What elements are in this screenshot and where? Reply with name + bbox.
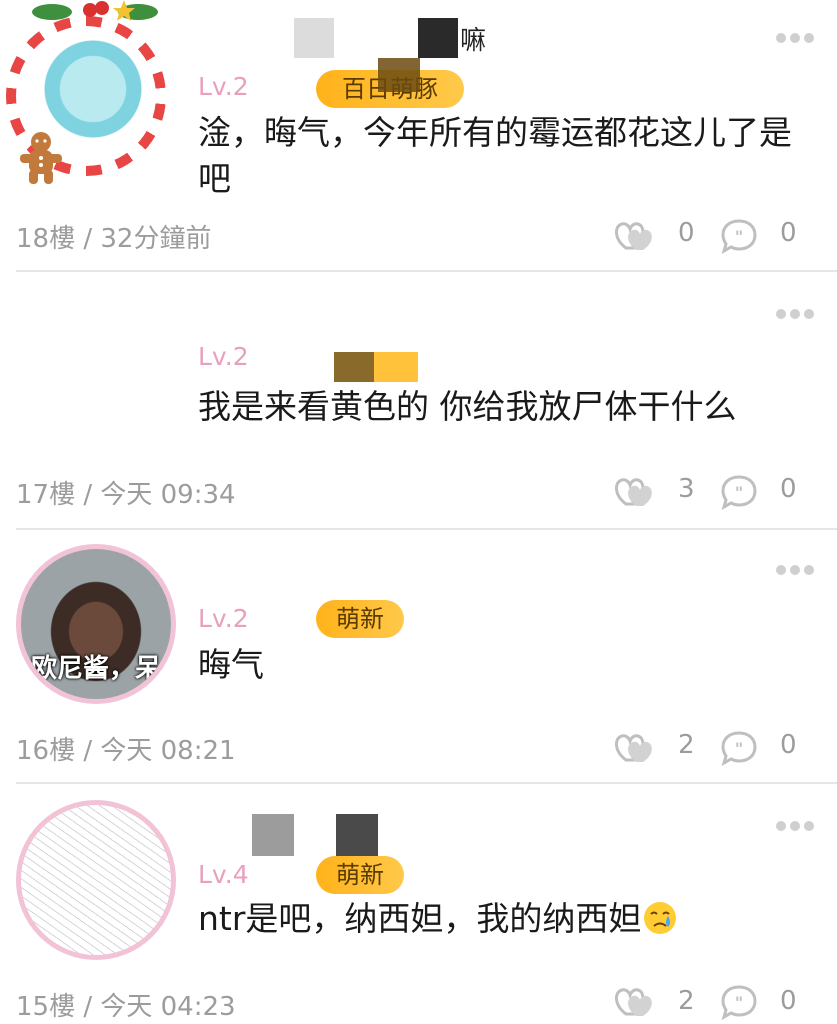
avatar-caption: 欧尼酱，呆 xyxy=(30,654,161,684)
user-level: Lv.2 xyxy=(198,72,249,101)
floor-and-time: 15樓 / 今天 04:23 xyxy=(16,992,236,1022)
floor-and-time: 16樓 / 今天 08:21 xyxy=(16,736,236,766)
user-level: Lv.2 xyxy=(198,342,249,371)
reply-count: 0 xyxy=(780,986,797,1016)
like-icon[interactable] xyxy=(612,474,658,510)
comment-item: Lv.2 我是来看黄色的 你给我放尸体干什么 17樓 / 今天 09:34 3 … xyxy=(0,272,837,530)
like-count: 0 xyxy=(678,218,695,248)
comment-text: 晦气 xyxy=(198,645,264,684)
svg-text:": " xyxy=(735,739,743,758)
reply-count: 0 xyxy=(780,474,797,504)
comment-text: 淦，晦气，今年所有的霉运都花这儿了是吧 xyxy=(198,113,792,198)
reply-icon[interactable]: " xyxy=(720,218,758,254)
reply-icon[interactable]: " xyxy=(720,984,758,1020)
floor-and-time: 17樓 / 今天 09:34 xyxy=(16,480,236,510)
user-level: Lv.4 xyxy=(198,860,249,889)
svg-text:": " xyxy=(735,993,743,1012)
reply-count: 0 xyxy=(780,218,797,248)
like-count: 2 xyxy=(678,986,695,1016)
comment-text: 我是来看黄色的 你给我放尸体干什么 xyxy=(198,387,737,426)
redacted-block xyxy=(334,352,374,382)
comment-item: Lv.4 萌新 ntr是吧，纳西妲，我的纳西妲 15樓 / 今天 04:23 2… xyxy=(0,784,837,1024)
floor-and-time: 18樓 / 32分鐘前 xyxy=(16,224,212,254)
reply-count: 0 xyxy=(780,730,797,760)
redacted-block xyxy=(418,18,458,58)
comment-item: 欧尼酱，呆 Lv.2 萌新 晦气 16樓 / 今天 08:21 2 " 0 xyxy=(0,528,837,784)
more-options-icon[interactable] xyxy=(775,308,815,320)
like-icon[interactable] xyxy=(612,730,658,766)
like-icon[interactable] xyxy=(612,218,658,254)
redacted-block xyxy=(378,58,420,92)
holly-decoration-icon xyxy=(32,0,158,21)
redacted-block xyxy=(336,814,378,856)
avatar[interactable] xyxy=(16,800,176,960)
avatar[interactable]: 欧尼酱，呆 xyxy=(16,544,176,704)
user-badge: 萌新 xyxy=(316,856,404,894)
reply-icon[interactable]: " xyxy=(720,730,758,766)
crying-face-emoji-icon xyxy=(644,902,677,934)
username-suffix: 嘛 xyxy=(460,26,487,56)
comment-text: ntr是吧，纳西妲，我的纳西妲 xyxy=(198,896,797,942)
like-icon[interactable] xyxy=(612,984,658,1020)
like-count: 2 xyxy=(678,730,695,760)
comment-text-content: ntr是吧，纳西妲，我的纳西妲 xyxy=(198,899,642,938)
reply-icon[interactable]: " xyxy=(720,474,758,510)
svg-text:": " xyxy=(735,483,743,502)
comment-item: 嘛 Lv.2 百日萌豚 淦，晦气，今年所有的霉运都花这儿了是吧 18樓 / 32… xyxy=(0,0,837,272)
like-count: 3 xyxy=(678,474,695,504)
more-options-icon[interactable] xyxy=(775,32,815,44)
redacted-block xyxy=(294,18,334,58)
svg-text:": " xyxy=(735,227,743,246)
user-level: Lv.2 xyxy=(198,604,249,633)
more-options-icon[interactable] xyxy=(775,564,815,576)
user-badge: 萌新 xyxy=(316,600,404,638)
gingerbread-icon xyxy=(20,132,62,184)
redacted-block xyxy=(252,814,294,856)
more-options-icon[interactable] xyxy=(775,820,815,832)
